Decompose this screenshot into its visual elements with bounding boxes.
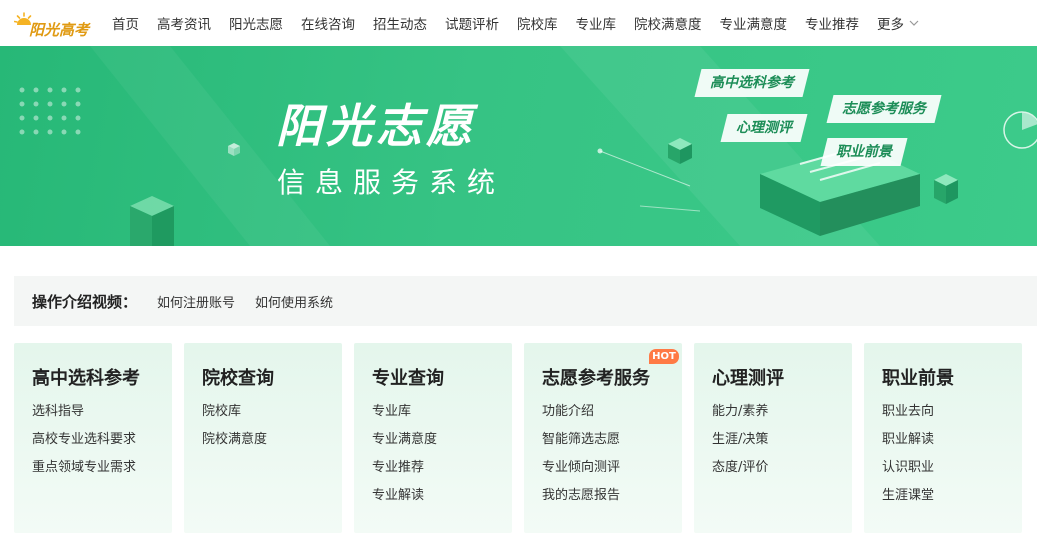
top-nav: 阳光高考 首页 高考资讯 阳光志愿 在线咨询 招生动态 试题评析 院校库 专业库… [0, 0, 1037, 46]
card-links: 专业库 专业满意度 专业推荐 专业解读 [372, 403, 437, 515]
card-links: 职业去向 职业解读 认识职业 生涯课堂 [882, 403, 934, 515]
banner-tag-psych-test: 心理测评 [720, 114, 808, 142]
intro-link-register[interactable]: 如何注册账号 [157, 292, 235, 311]
dot-grid-decoration [19, 87, 81, 135]
card-volunteer-service: HOT 志愿参考服务 功能介绍 智能筛选志愿 专业倾向测评 我的志愿报告 [524, 343, 682, 533]
banner-tag-subject-selection: 高中选科参考 [694, 69, 810, 97]
nav-item-online-consult[interactable]: 在线咨询 [301, 13, 355, 33]
intro-video-label: 操作介绍视频： [32, 292, 138, 311]
banner-title: 阳光志愿 [276, 99, 476, 153]
nav-item-sunshine-volunteer[interactable]: 阳光志愿 [229, 13, 283, 33]
nav-item-admission-news[interactable]: 招生动态 [373, 13, 427, 33]
card-psych-test: 心理测评 能力/素养 生涯/决策 态度/评价 [694, 343, 852, 533]
card-title[interactable]: 志愿参考服务 [542, 364, 650, 390]
banner-tag-career-outlook: 职业前景 [820, 138, 908, 166]
card-link[interactable]: 专业满意度 [372, 431, 437, 459]
nav-item-home[interactable]: 首页 [112, 13, 139, 33]
nav-more-menu[interactable]: 更多 [877, 13, 919, 33]
nav-item-college-db[interactable]: 院校库 [517, 13, 558, 33]
card-link[interactable]: 态度/评价 [712, 459, 768, 487]
card-link[interactable]: 生涯课堂 [882, 487, 934, 515]
card-link[interactable]: 能力/素养 [712, 403, 768, 431]
banner-subtitle: 信息服务系统 [277, 166, 506, 199]
nav-item-major-satisfaction[interactable]: 专业满意度 [720, 13, 788, 33]
card-link[interactable]: 选科指导 [32, 403, 136, 431]
card-link[interactable]: 生涯/决策 [712, 431, 768, 459]
nav-item-major-recommend[interactable]: 专业推荐 [805, 13, 859, 33]
card-link[interactable]: 专业解读 [372, 487, 437, 515]
card-link[interactable]: 专业倾向测评 [542, 459, 620, 487]
logo-text: 阳光高考 [29, 21, 90, 39]
intro-link-how-to-use[interactable]: 如何使用系统 [255, 292, 333, 311]
card-career-outlook: 职业前景 职业去向 职业解读 认识职业 生涯课堂 [864, 343, 1022, 533]
card-link[interactable]: 专业推荐 [372, 459, 437, 487]
card-title[interactable]: 专业查询 [372, 364, 444, 390]
card-link[interactable]: 院校库 [202, 403, 267, 431]
nav-item-exam-review[interactable]: 试题评析 [445, 13, 499, 33]
card-link[interactable]: 智能筛选志愿 [542, 431, 620, 459]
card-college-query: 院校查询 院校库 院校满意度 [184, 343, 342, 533]
card-major-query: 专业查询 专业库 专业满意度 专业推荐 专业解读 [354, 343, 512, 533]
card-subject-selection: 高中选科参考 选科指导 高校专业选科要求 重点领域专业需求 [14, 343, 172, 533]
card-title[interactable]: 心理测评 [712, 364, 784, 390]
card-link[interactable]: 高校专业选科要求 [32, 431, 136, 459]
site-logo[interactable]: 阳光高考 [14, 9, 94, 39]
card-link[interactable]: 重点领域专业需求 [32, 459, 136, 487]
card-link[interactable]: 功能介绍 [542, 403, 620, 431]
card-title[interactable]: 高中选科参考 [32, 364, 140, 390]
card-links: 院校库 院校满意度 [202, 403, 267, 459]
card-link[interactable]: 专业库 [372, 403, 437, 431]
card-link[interactable]: 职业去向 [882, 403, 934, 431]
card-title[interactable]: 职业前景 [882, 364, 954, 390]
nav-item-major-db[interactable]: 专业库 [576, 13, 617, 33]
chevron-down-icon [909, 20, 919, 26]
hot-badge: HOT [649, 349, 679, 364]
nav-more-label: 更多 [877, 17, 904, 33]
card-link[interactable]: 院校满意度 [202, 431, 267, 459]
card-link[interactable]: 认识职业 [882, 459, 934, 487]
nav-menu: 首页 高考资讯 阳光志愿 在线咨询 招生动态 试题评析 院校库 专业库 院校满意… [112, 0, 919, 46]
card-title[interactable]: 院校查询 [202, 364, 274, 390]
hero-banner: 阳光志愿 信息服务系统 高中选科参考 志愿参考服务 心理测评 职业前景 [0, 46, 1037, 246]
banner-tag-volunteer-service: 志愿参考服务 [826, 95, 942, 123]
pie-decoration [1003, 111, 1037, 149]
nav-item-news[interactable]: 高考资讯 [157, 13, 211, 33]
card-link[interactable]: 我的志愿报告 [542, 487, 620, 515]
card-links: 功能介绍 智能筛选志愿 专业倾向测评 我的志愿报告 [542, 403, 620, 515]
nav-item-college-satisfaction[interactable]: 院校满意度 [634, 13, 702, 33]
feature-cards: 高中选科参考 选科指导 高校专业选科要求 重点领域专业需求 院校查询 院校库 院… [14, 343, 1037, 538]
card-links: 能力/素养 生涯/决策 态度/评价 [712, 403, 768, 487]
intro-video-bar: 操作介绍视频： 如何注册账号 如何使用系统 [14, 276, 1037, 326]
card-link[interactable]: 职业解读 [882, 431, 934, 459]
card-links: 选科指导 高校专业选科要求 重点领域专业需求 [32, 403, 136, 487]
